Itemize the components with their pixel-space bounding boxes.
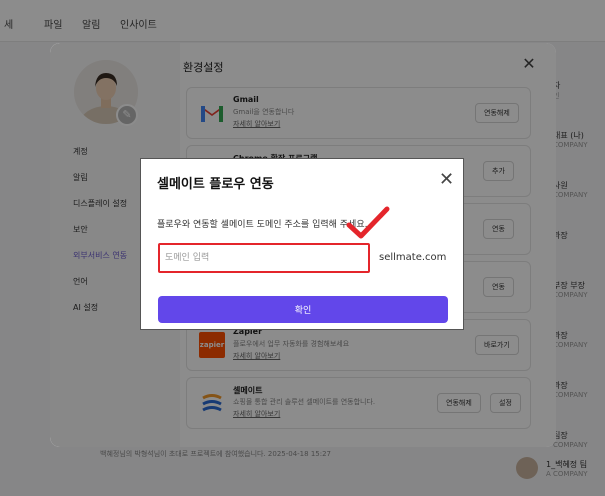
- dialog-title: 셀메이트 플로우 연동: [157, 177, 274, 192]
- dialog-close-button[interactable]: ✕: [439, 171, 454, 189]
- domain-suffix: sellmate.com: [379, 252, 447, 263]
- domain-input-highlight: [158, 243, 370, 273]
- confirm-button[interactable]: 확인: [158, 296, 448, 323]
- checkmark-icon: [346, 206, 390, 239]
- dialog-description: 플로우와 연동할 셀메이트 도메인 주소를 입력해 주세요.: [157, 220, 368, 230]
- sellmate-connect-dialog: 셀메이트 플로우 연동 ✕ 플로우와 연동할 셀메이트 도메인 주소를 입력해 …: [140, 158, 464, 330]
- close-icon: ✕: [439, 169, 455, 190]
- domain-input[interactable]: [165, 248, 363, 268]
